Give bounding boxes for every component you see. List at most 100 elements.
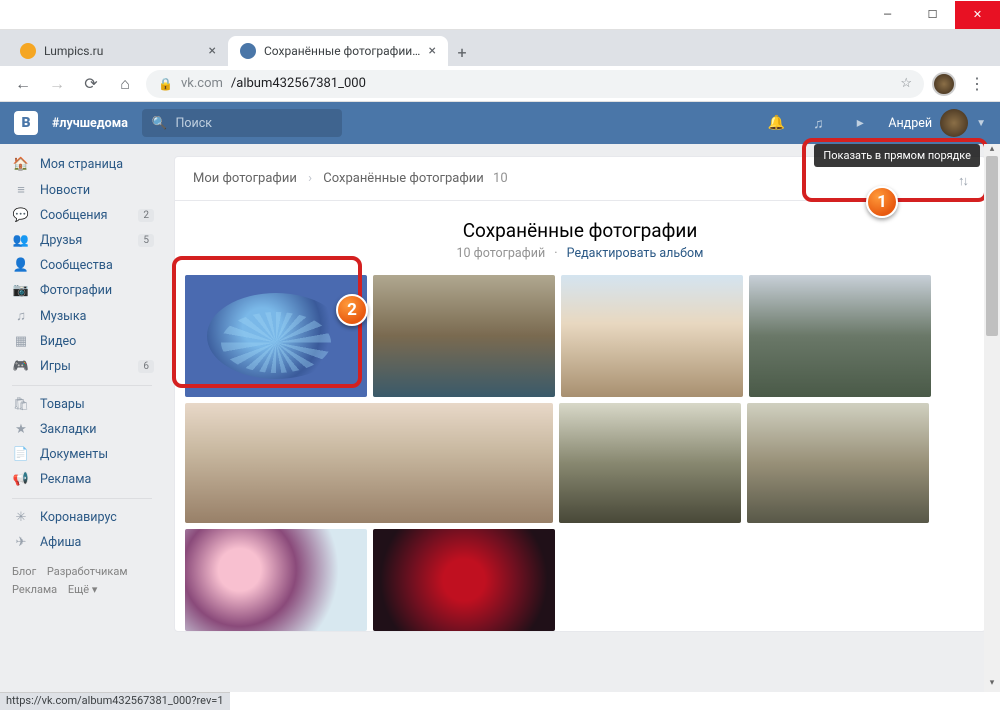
- sidebar-item[interactable]: ♫ Музыка: [0, 303, 164, 329]
- footer-link[interactable]: Ещё ▾: [68, 583, 98, 596]
- window-close-button[interactable]: ✕: [955, 1, 1000, 29]
- sidebar-item-label: Игры: [40, 359, 71, 374]
- sidebar-item[interactable]: 🎮Игры6: [0, 354, 164, 379]
- photo-thumbnail[interactable]: [559, 403, 741, 523]
- sidebar-badge: 6: [138, 360, 154, 373]
- photo-thumbnail[interactable]: [561, 275, 743, 397]
- sort-tooltip: Показать в прямом порядке: [814, 144, 980, 167]
- sidebar-item-label: Коронавирус: [40, 510, 117, 525]
- photo-thumbnail[interactable]: [373, 275, 555, 397]
- favicon-icon: [20, 43, 36, 59]
- notifications-icon[interactable]: 🔔: [762, 115, 790, 131]
- footer-link[interactable]: Реклама: [12, 583, 57, 596]
- photo-thumbnail[interactable]: [749, 275, 931, 397]
- sidebar-item-label: Моя страница: [40, 157, 123, 172]
- sidebar: 🏠Моя страница≡Новости💬Сообщения2👥Друзья5…: [0, 144, 164, 692]
- browser-tab[interactable]: Lumpics.ru ×: [8, 36, 228, 66]
- sidebar-item-label: Музыка: [40, 309, 86, 324]
- photo-thumbnail[interactable]: [185, 403, 553, 523]
- footer-link[interactable]: Разработчикам: [47, 565, 128, 578]
- browser-menu-button[interactable]: ⋮: [964, 71, 990, 97]
- vk-header: В #лучшедома 🔍 Поиск 🔔 ♫ ▸ Андрей ▼: [0, 102, 1000, 144]
- profile-avatar[interactable]: [932, 72, 956, 96]
- album-header: Сохранённые фотографии 10 фотографий · Р…: [175, 201, 985, 275]
- tab-close-icon[interactable]: ×: [209, 43, 216, 59]
- browser-statusbar: https://vk.com/album432567381_000?rev=1: [0, 692, 230, 710]
- browser-tabbar: Lumpics.ru × Сохранённые фотографии – 10…: [0, 30, 1000, 66]
- browser-tab-active[interactable]: Сохранённые фотографии – 10 ×: [228, 36, 448, 66]
- sidebar-item-label: Новости: [40, 183, 90, 198]
- new-tab-button[interactable]: +: [448, 38, 476, 66]
- browser-toolbar: ← → ⟳ ⌂ 🔒 vk.com/album432567381_000 ☆ ⋮: [0, 66, 1000, 102]
- sidebar-item[interactable]: ≡Новости: [0, 177, 164, 203]
- sidebar-item[interactable]: 📢Реклама: [0, 467, 164, 492]
- sidebar-item-icon: 👤: [12, 258, 30, 273]
- sidebar-badge: 5: [138, 234, 154, 247]
- vertical-scrollbar[interactable]: ▴ ▾: [984, 144, 1000, 692]
- window-maximize-button[interactable]: ☐: [910, 1, 955, 29]
- sidebar-item[interactable]: ★ Закладки: [0, 417, 164, 442]
- vk-hashtag[interactable]: #лучшедома: [52, 116, 128, 131]
- photo-thumbnail[interactable]: [373, 529, 555, 631]
- sidebar-item-icon: ♫: [12, 308, 30, 324]
- vk-user-menu[interactable]: Андрей ▼: [888, 109, 986, 137]
- edit-album-link[interactable]: Редактировать альбом: [567, 246, 704, 261]
- vk-body: 🏠Моя страница≡Новости💬Сообщения2👥Друзья5…: [0, 144, 1000, 692]
- tab-title: Сохранённые фотографии – 10: [264, 44, 421, 58]
- sidebar-item[interactable]: ✳ Коронавирус: [0, 505, 164, 530]
- sidebar-item-label: Видео: [40, 334, 76, 349]
- nav-reload-button[interactable]: ⟳: [78, 71, 104, 97]
- sidebar-item-icon: ✈: [12, 535, 30, 550]
- sidebar-item-label: Сообщения: [40, 208, 108, 223]
- sidebar-item-icon: ★: [12, 422, 30, 437]
- address-bar[interactable]: 🔒 vk.com/album432567381_000 ☆: [146, 70, 924, 98]
- sidebar-item-icon: ▦: [12, 334, 30, 349]
- sidebar-item-label: Закладки: [40, 422, 97, 437]
- photo-thumbnail[interactable]: [185, 275, 367, 397]
- sidebar-item-label: Документы: [40, 447, 108, 462]
- sidebar-item[interactable]: 📄 Документы: [0, 442, 164, 467]
- nav-back-button[interactable]: ←: [10, 71, 36, 97]
- sidebar-item[interactable]: ✈Афиша: [0, 530, 164, 555]
- miniplayer-icon[interactable]: ▸: [846, 115, 874, 131]
- scrollbar-thumb[interactable]: [986, 156, 998, 336]
- sidebar-item[interactable]: ▦ Видео: [0, 329, 164, 354]
- tab-close-icon[interactable]: ×: [429, 43, 436, 59]
- scroll-down-icon[interactable]: ▾: [984, 678, 1000, 692]
- url-host: vk.com: [181, 76, 223, 91]
- vk-search-input[interactable]: 🔍 Поиск: [142, 109, 342, 137]
- sidebar-footer: Блог Разработчикам Реклама Ещё ▾: [0, 555, 164, 606]
- breadcrumb-root[interactable]: Мои фотографии: [193, 171, 297, 186]
- sidebar-item[interactable]: 🛍Товары: [0, 392, 164, 417]
- photo-grid: [175, 275, 985, 631]
- sidebar-item[interactable]: 🏠 Моя страница: [0, 152, 164, 177]
- search-placeholder: Поиск: [176, 116, 213, 131]
- sidebar-item-icon: ✳: [12, 510, 30, 525]
- photo-thumbnail[interactable]: [185, 529, 367, 631]
- url-path: /album432567381_000: [231, 76, 366, 91]
- bookmark-star-icon[interactable]: ☆: [900, 76, 912, 91]
- sidebar-item-icon: 📄: [12, 447, 30, 462]
- sidebar-item[interactable]: 💬Сообщения2: [0, 203, 164, 228]
- nav-home-button[interactable]: ⌂: [112, 71, 138, 97]
- vk-logo-icon[interactable]: В: [14, 111, 38, 135]
- lock-icon: 🔒: [158, 77, 173, 91]
- album-card: Мои фотографии › Сохранённые фотографии …: [174, 156, 986, 632]
- sidebar-item[interactable]: 📷 Фотографии: [0, 278, 164, 303]
- footer-link[interactable]: Блог: [12, 565, 36, 578]
- sidebar-item-icon: 💬: [12, 208, 30, 223]
- sidebar-item-label: Фотографии: [40, 283, 112, 298]
- sidebar-item[interactable]: 👥Друзья5: [0, 228, 164, 253]
- sidebar-item-icon: 🏠: [12, 157, 30, 172]
- window-minimize-button[interactable]: —: [865, 1, 910, 29]
- sort-order-button[interactable]: ↑↓: [958, 173, 967, 189]
- sidebar-item[interactable]: 👤Сообщества: [0, 253, 164, 278]
- username-label: Андрей: [888, 116, 932, 131]
- sidebar-item-label: Реклама: [40, 472, 91, 487]
- music-icon[interactable]: ♫: [804, 115, 832, 132]
- main-content: Мои фотографии › Сохранённые фотографии …: [164, 144, 1000, 692]
- sidebar-item-icon: 📷: [12, 283, 30, 298]
- photo-thumbnail[interactable]: [747, 403, 929, 523]
- nav-forward-button[interactable]: →: [44, 71, 70, 97]
- search-icon: 🔍: [152, 116, 168, 131]
